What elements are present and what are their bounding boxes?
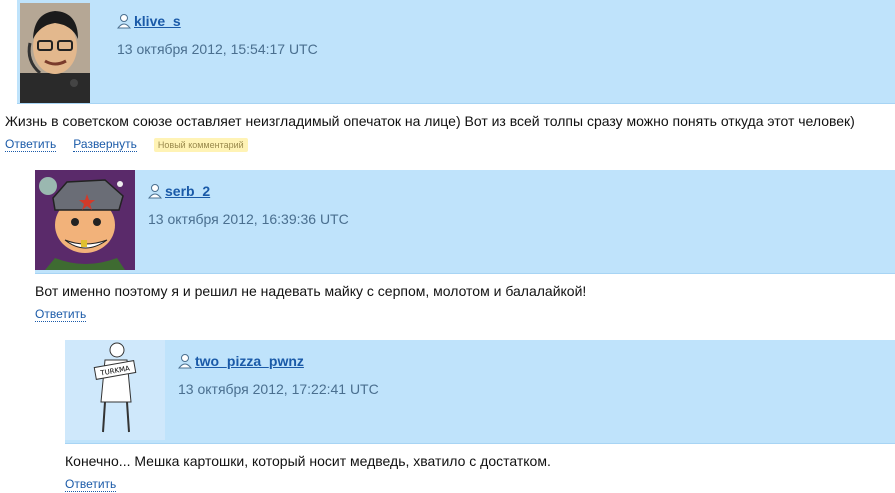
user-icon xyxy=(177,353,193,369)
new-comment-badge: Новый комментарий xyxy=(153,137,248,152)
username-row: two_pizza_pwnz xyxy=(177,353,304,369)
reply-link[interactable]: Ответить xyxy=(65,477,117,492)
comment-header: serb_2 13 октября 2012, 16:39:36 UTC xyxy=(35,170,895,274)
reply-link[interactable]: Ответить xyxy=(5,137,57,152)
comment-date: 13 октября 2012, 16:39:36 UTC xyxy=(148,211,349,227)
comment: TURKMA two_pizza_pwnz 13 октября 2012, 1… xyxy=(60,340,895,492)
user-icon xyxy=(147,183,163,199)
avatar[interactable] xyxy=(35,170,135,270)
comment-date: 13 октября 2012, 17:22:41 UTC xyxy=(178,381,379,397)
comment-text: Жизнь в советском союзе оставляет неизгл… xyxy=(5,113,855,129)
reply-link[interactable]: Ответить xyxy=(35,307,87,322)
user-icon xyxy=(116,13,132,29)
avatar[interactable]: TURKMA xyxy=(65,340,165,440)
comment-text: Конечно... Мешка картошки, который носит… xyxy=(65,453,551,469)
username-row: serb_2 xyxy=(147,183,210,199)
comment-text: Вот именно поэтому я и решил не надевать… xyxy=(35,283,587,299)
comment: klive_s 13 октября 2012, 15:54:17 UTC Жи… xyxy=(0,0,895,152)
comment-actions: Ответить xyxy=(35,307,895,322)
comment: serb_2 13 октября 2012, 16:39:36 UTC Вот… xyxy=(30,170,895,322)
comment-date: 13 октября 2012, 15:54:17 UTC xyxy=(117,41,318,57)
username-link[interactable]: serb_2 xyxy=(165,183,210,199)
comment-header: klive_s 13 октября 2012, 15:54:17 UTC xyxy=(17,0,895,104)
comment-actions: Ответить Развернуть Новый комментарий xyxy=(5,137,895,152)
comment-header: TURKMA two_pizza_pwnz 13 октября 2012, 1… xyxy=(65,340,895,444)
avatar[interactable] xyxy=(20,3,90,103)
expand-link[interactable]: Развернуть xyxy=(73,137,137,152)
username-link[interactable]: klive_s xyxy=(134,13,181,29)
comment-actions: Ответить xyxy=(65,477,895,492)
username-row: klive_s xyxy=(116,13,181,29)
username-link[interactable]: two_pizza_pwnz xyxy=(195,353,304,369)
